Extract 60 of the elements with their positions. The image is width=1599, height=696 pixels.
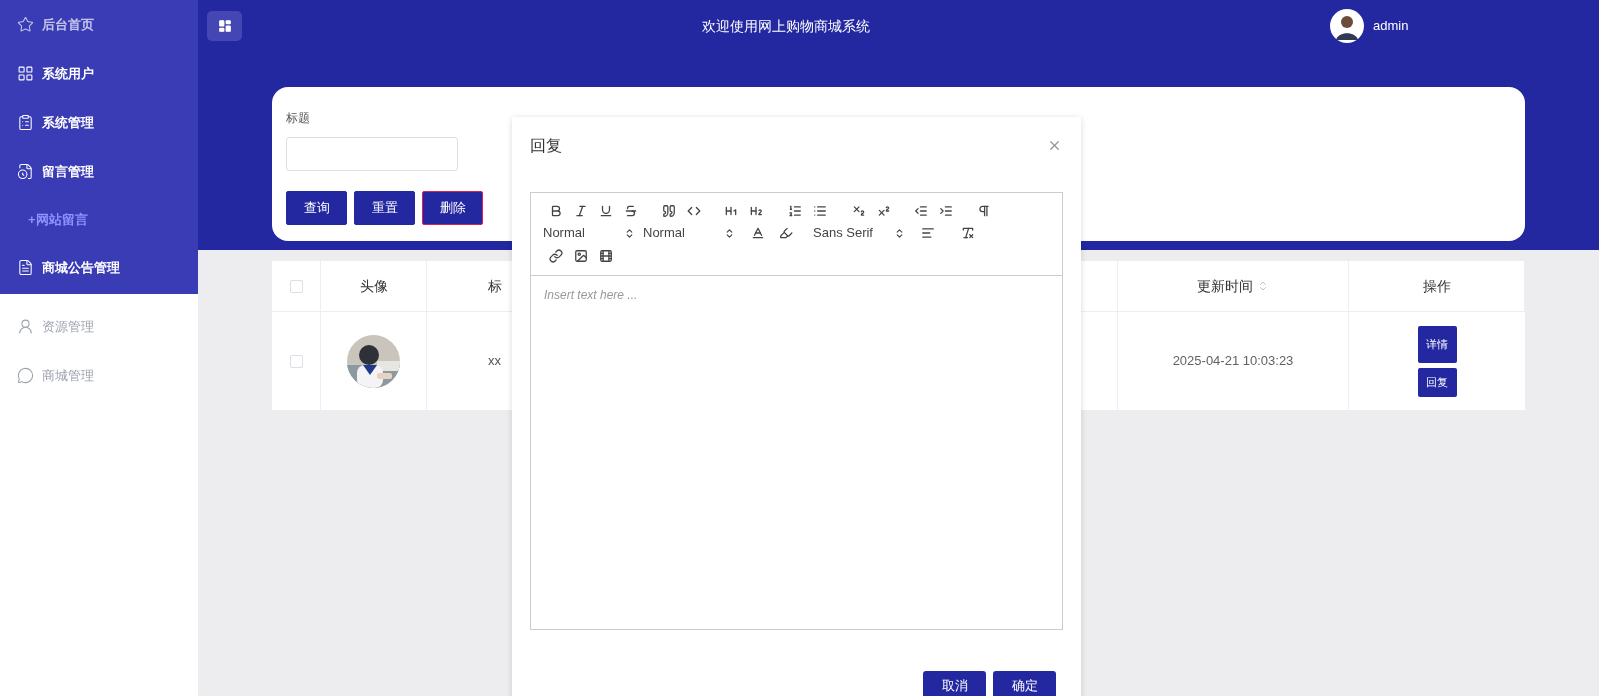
sidebar-item[interactable]: 系统用户 xyxy=(0,49,198,98)
checkbox[interactable] xyxy=(289,354,303,368)
clipboard-icon xyxy=(17,114,34,131)
column-header: 操作 xyxy=(1422,276,1451,296)
user-name[interactable]: admin xyxy=(1373,16,1409,36)
dialog-button[interactable]: 取消 xyxy=(923,671,986,696)
dialog-button[interactable]: 确定 xyxy=(993,671,1056,696)
user-icon xyxy=(17,318,34,335)
ordered-list-icon[interactable] xyxy=(787,203,802,218)
indent-icon[interactable] xyxy=(938,203,953,218)
sidebar-item[interactable]: 商城公告管理 xyxy=(0,243,198,292)
input-field[interactable] xyxy=(286,137,458,171)
strikethrough-icon[interactable] xyxy=(623,203,638,218)
highlight-icon[interactable] xyxy=(778,226,793,240)
editor-select[interactable]: Normal xyxy=(643,223,743,243)
document-clock-icon xyxy=(17,163,34,180)
italic-icon[interactable] xyxy=(573,203,588,218)
sidebar-item[interactable]: 系统管理 xyxy=(0,98,198,147)
search-button[interactable]: 查询 xyxy=(286,191,347,225)
film-icon[interactable] xyxy=(598,248,613,263)
search-button[interactable]: 重置 xyxy=(354,191,415,225)
table-cell-text: xx xyxy=(488,352,501,371)
menu-button[interactable] xyxy=(207,11,242,41)
action-button[interactable]: 回复 xyxy=(1417,367,1457,397)
quote-icon[interactable] xyxy=(661,203,676,218)
star-icon xyxy=(17,16,34,33)
sidebar-item[interactable]: 后台首页 xyxy=(0,0,198,49)
checkbox[interactable] xyxy=(289,279,303,293)
close-icon[interactable] xyxy=(1047,138,1062,153)
bullet-list-icon[interactable] xyxy=(812,203,827,218)
editor-select[interactable]: Normal xyxy=(543,223,643,243)
page-title: 欢迎使用网上购物商城系统 xyxy=(701,16,871,36)
chevron-updown-icon xyxy=(894,227,905,239)
action-button[interactable]: 详情 xyxy=(1417,325,1457,363)
editor-select[interactable]: Sans Serif xyxy=(813,223,913,243)
column-header: 标 xyxy=(487,276,502,296)
user-avatar xyxy=(1330,9,1364,43)
sidebar-item[interactable]: 留言管理 xyxy=(0,147,198,196)
chevron-updown-icon xyxy=(724,227,735,239)
text-color-icon[interactable] xyxy=(751,226,765,240)
grid-icon xyxy=(217,19,232,33)
outdent-icon[interactable] xyxy=(913,203,928,218)
column-header: 更新时间 xyxy=(1197,276,1253,296)
underline-icon[interactable] xyxy=(598,203,613,218)
clear-format-icon[interactable] xyxy=(961,226,975,240)
image-icon[interactable] xyxy=(573,248,588,263)
chat-bubble-icon xyxy=(17,367,34,384)
align-left-icon[interactable] xyxy=(921,226,935,240)
link-icon[interactable] xyxy=(548,248,563,263)
grid-icon xyxy=(17,65,34,82)
search-button[interactable]: 删除 xyxy=(422,191,483,225)
field-label: 标题 xyxy=(286,110,311,127)
chevron-updown-icon xyxy=(624,227,635,239)
column-header: 头像 xyxy=(359,276,388,296)
document-icon xyxy=(17,259,34,276)
dialog-title: 回复 xyxy=(530,135,562,156)
subscript-icon[interactable] xyxy=(851,203,866,218)
superscript-icon[interactable] xyxy=(876,203,891,218)
table-cell-text: 2025-04-21 10:03:23 xyxy=(1172,352,1294,371)
pilcrow-icon[interactable] xyxy=(976,203,991,218)
